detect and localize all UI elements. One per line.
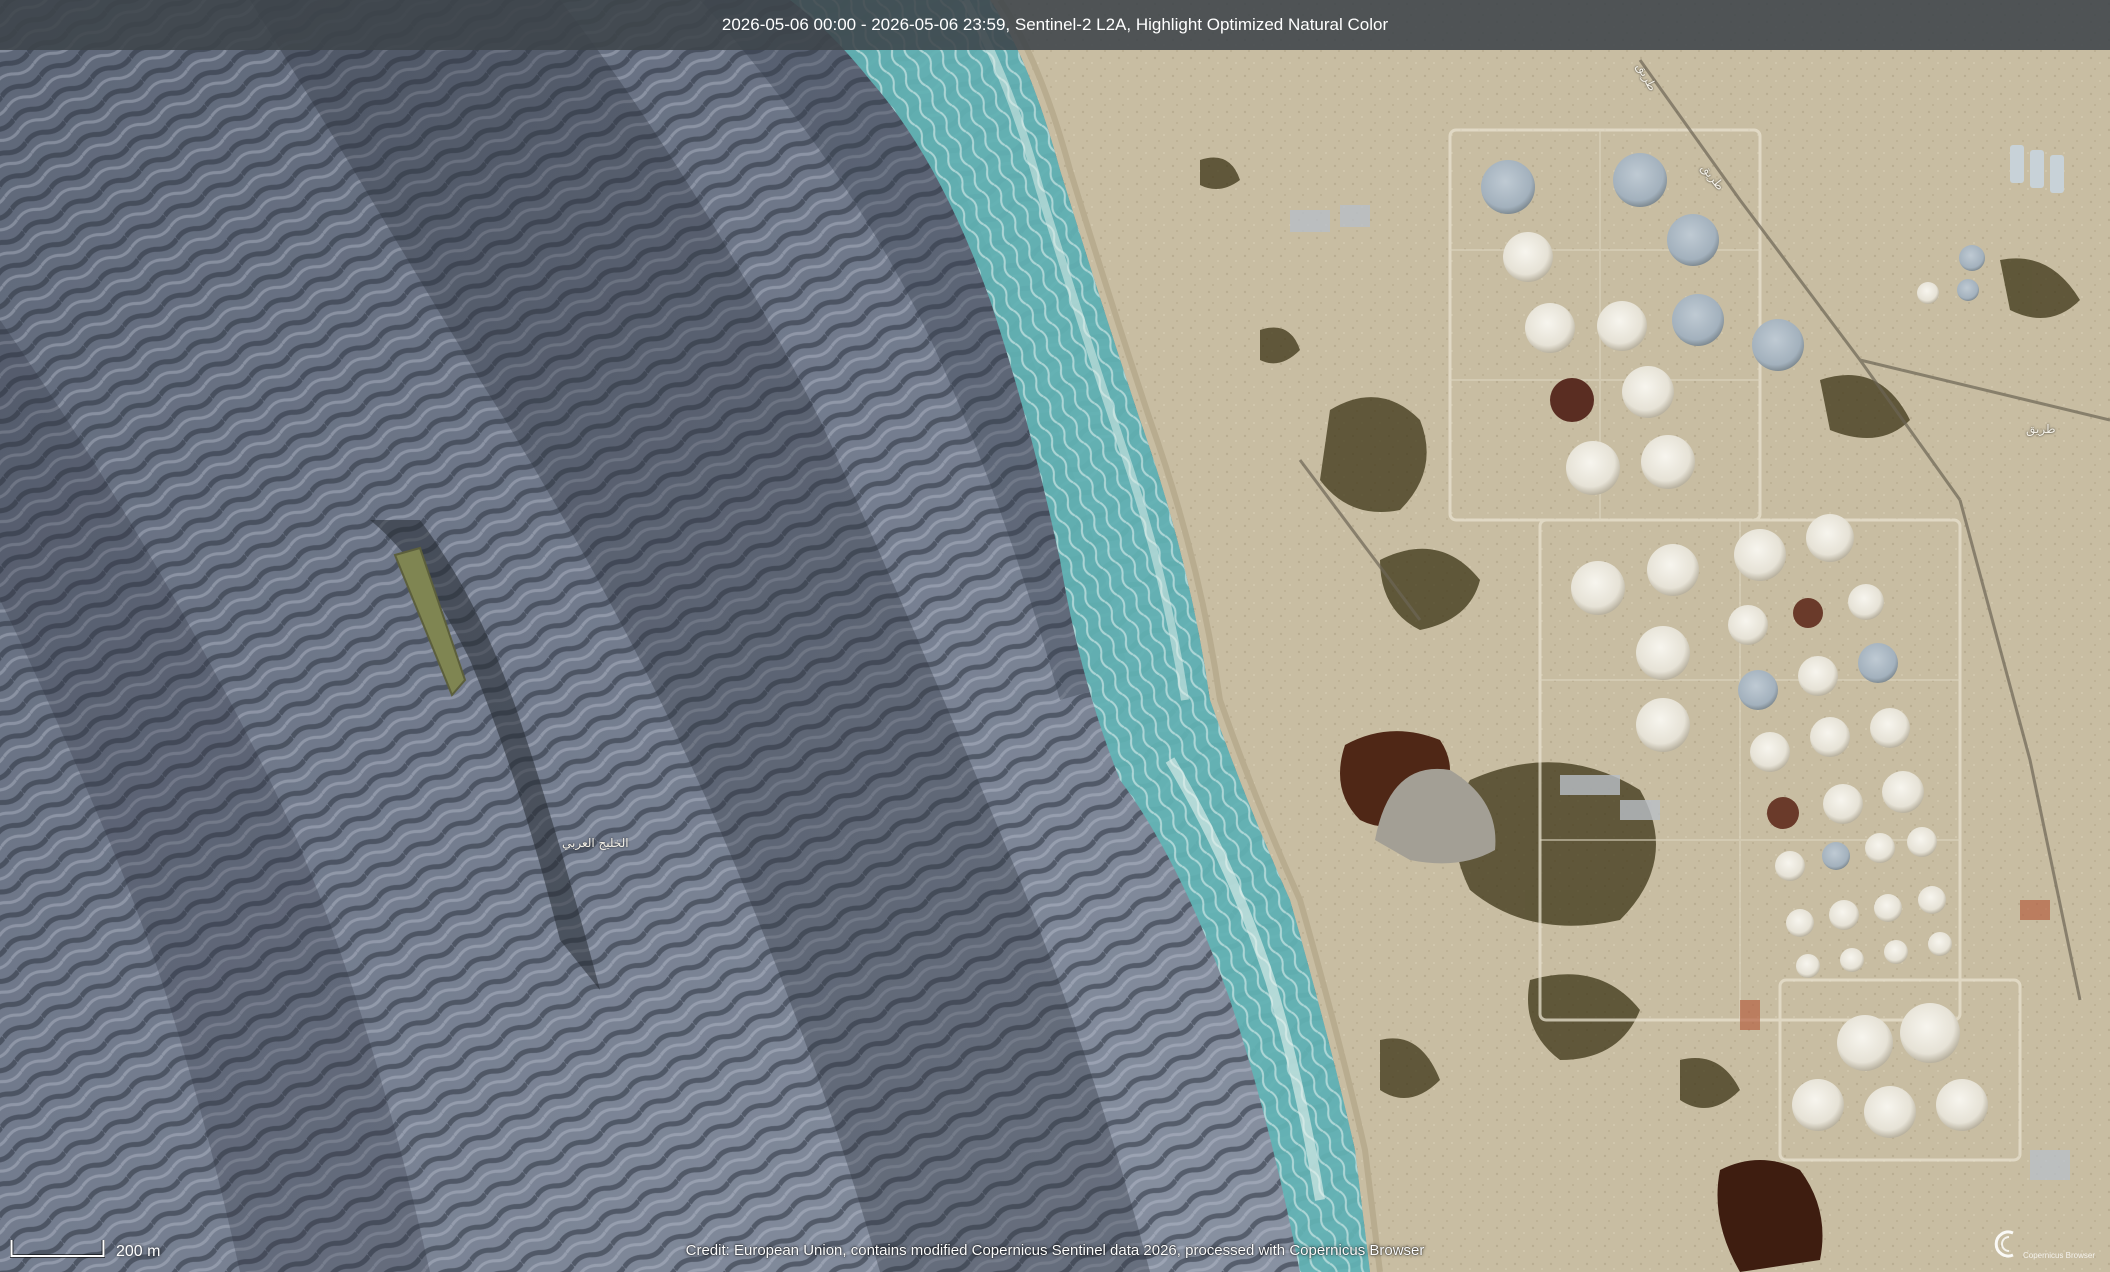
scale-bar-icon <box>10 1240 105 1258</box>
scale-label: 200 m <box>116 1243 161 1260</box>
map-label-road: طريق <box>2026 422 2056 436</box>
logo-text: Copernicus Browser <box>2022 1251 2095 1260</box>
title-bar: 2026-05-06 00:00 - 2026-05-06 23:59, Sen… <box>0 0 2110 50</box>
scale-bar <box>10 1238 105 1258</box>
map-label-sea: الخليج العربي <box>562 836 629 850</box>
map-viewer[interactable]: الخليج العربي طريق طريق طريق 2026-05-06 … <box>0 0 2110 1272</box>
image-title: 2026-05-06 00:00 - 2026-05-06 23:59, Sen… <box>721 15 1389 34</box>
copernicus-logo: Copernicus Browser <box>1985 1225 2095 1265</box>
satellite-image[interactable] <box>0 0 2110 1272</box>
